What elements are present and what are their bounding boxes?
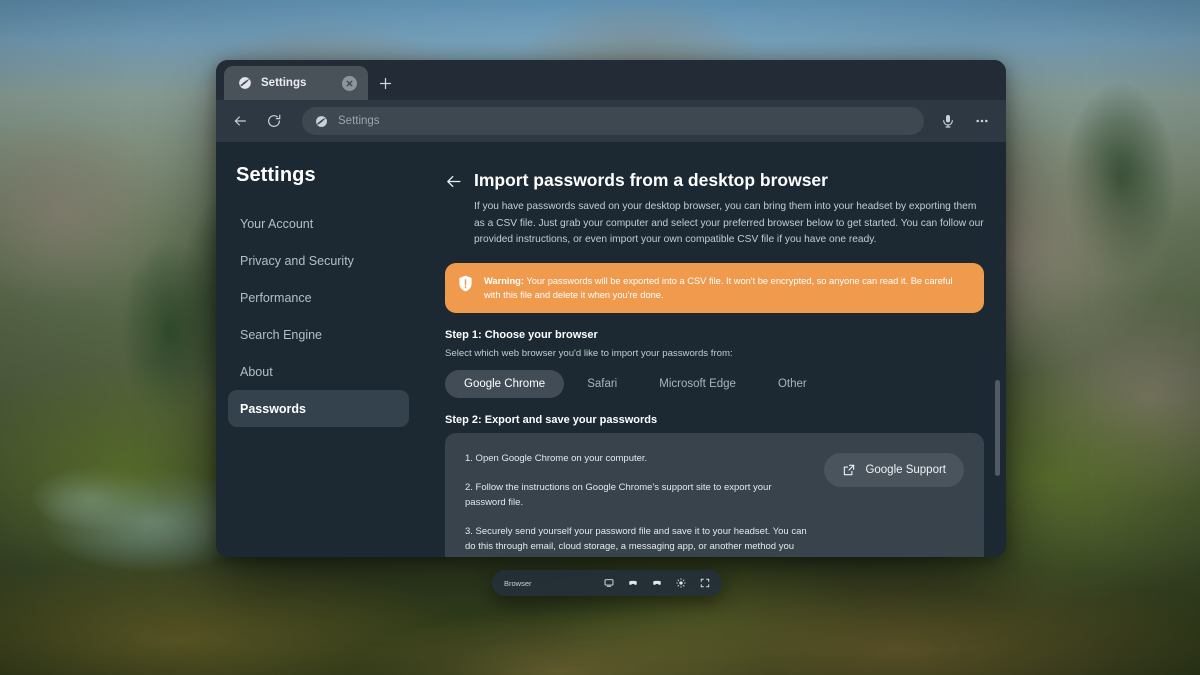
step1-title: Step 1: Choose your browser bbox=[445, 329, 984, 341]
back-arrow-icon[interactable] bbox=[226, 107, 254, 135]
tab-strip: Settings bbox=[216, 60, 1006, 100]
browser-option-google-chrome[interactable]: Google Chrome bbox=[445, 370, 564, 398]
sidebar-item-search-engine[interactable]: Search Engine bbox=[228, 316, 409, 353]
page-title: Import passwords from a desktop browser bbox=[474, 170, 828, 190]
warning-body: Your passwords will be exported into a C… bbox=[484, 276, 953, 300]
sidebar-item-label: About bbox=[240, 365, 273, 379]
instructions-panel: 1. Open Google Chrome on your computer. … bbox=[445, 433, 984, 557]
browser-option-label: Safari bbox=[587, 378, 617, 390]
browser-option-label: Google Chrome bbox=[464, 378, 545, 390]
browser-selector: Google Chrome Safari Microsoft Edge Othe… bbox=[445, 370, 984, 398]
plus-icon[interactable] bbox=[368, 66, 402, 100]
warning-text: Warning: Your passwords will be exported… bbox=[484, 274, 968, 303]
shield-warning-icon bbox=[458, 275, 473, 292]
step1-subtitle: Select which web browser you'd like to i… bbox=[445, 348, 984, 359]
browser-planet-icon bbox=[238, 76, 252, 90]
list-item: 1. Open Google Chrome on your computer. bbox=[465, 451, 808, 466]
browser-option-other[interactable]: Other bbox=[759, 370, 826, 398]
taskbar-app-label: Browser bbox=[504, 579, 604, 588]
sidebar-item-privacy-and-security[interactable]: Privacy and Security bbox=[228, 242, 409, 279]
browser-option-label: Other bbox=[778, 378, 807, 390]
warning-banner: Warning: Your passwords will be exported… bbox=[445, 263, 984, 314]
sidebar-item-label: Search Engine bbox=[240, 328, 322, 342]
address-bar[interactable]: Settings bbox=[302, 107, 924, 135]
browser-option-label: Microsoft Edge bbox=[659, 378, 736, 390]
sidebar-item-label: Performance bbox=[240, 291, 312, 305]
sidebar-title: Settings bbox=[228, 164, 409, 187]
microphone-icon[interactable] bbox=[934, 107, 962, 135]
content-scrollbar[interactable] bbox=[995, 380, 1000, 476]
settings-content: Import passwords from a desktop browser … bbox=[421, 142, 1006, 557]
headset-icon[interactable] bbox=[628, 578, 638, 588]
reload-icon[interactable] bbox=[260, 107, 288, 135]
browser-option-safari[interactable]: Safari bbox=[568, 370, 636, 398]
browser-tab-settings[interactable]: Settings bbox=[224, 66, 368, 100]
sidebar-item-performance[interactable]: Performance bbox=[228, 279, 409, 316]
list-item: 3. Securely send yourself your password … bbox=[465, 524, 808, 557]
window-body: Settings Your Account Privacy and Securi… bbox=[216, 142, 1006, 557]
sidebar-item-label: Privacy and Security bbox=[240, 254, 354, 268]
page-header: Import passwords from a desktop browser bbox=[445, 170, 984, 190]
vr-taskbar: Browser bbox=[492, 570, 722, 596]
settings-sidebar: Settings Your Account Privacy and Securi… bbox=[216, 142, 421, 557]
sidebar-item-label: Your Account bbox=[240, 217, 313, 231]
monitor-icon[interactable] bbox=[604, 578, 614, 588]
sidebar-item-label: Passwords bbox=[240, 402, 306, 416]
page-intro-text: If you have passwords saved on your desk… bbox=[474, 199, 984, 249]
list-item: 2. Follow the instructions on Google Chr… bbox=[465, 480, 808, 511]
sidebar-item-passwords[interactable]: Passwords bbox=[228, 390, 409, 427]
google-support-label: Google Support bbox=[865, 464, 946, 476]
back-arrow-icon[interactable] bbox=[445, 173, 462, 190]
instructions-list: 1. Open Google Chrome on your computer. … bbox=[465, 451, 808, 557]
headset-alt-icon[interactable] bbox=[652, 578, 662, 588]
close-icon[interactable] bbox=[342, 76, 357, 91]
browser-toolbar: Settings bbox=[216, 100, 1006, 142]
google-support-button[interactable]: Google Support bbox=[824, 453, 964, 487]
more-options-icon[interactable] bbox=[968, 107, 996, 135]
step2-title: Step 2: Export and save your passwords bbox=[445, 414, 984, 426]
browser-option-microsoft-edge[interactable]: Microsoft Edge bbox=[640, 370, 755, 398]
brightness-icon[interactable] bbox=[676, 578, 686, 588]
warning-label: Warning: bbox=[484, 276, 524, 286]
support-button-wrap: Google Support bbox=[824, 451, 964, 557]
tab-title: Settings bbox=[261, 77, 333, 89]
browser-window: Settings Settings bbox=[216, 60, 1006, 557]
external-link-icon bbox=[842, 463, 856, 477]
taskbar-icons bbox=[604, 578, 710, 588]
sidebar-item-about[interactable]: About bbox=[228, 353, 409, 390]
browser-planet-icon bbox=[315, 115, 328, 128]
fullscreen-icon[interactable] bbox=[700, 578, 710, 588]
sidebar-item-your-account[interactable]: Your Account bbox=[228, 205, 409, 242]
address-bar-text: Settings bbox=[338, 115, 380, 127]
